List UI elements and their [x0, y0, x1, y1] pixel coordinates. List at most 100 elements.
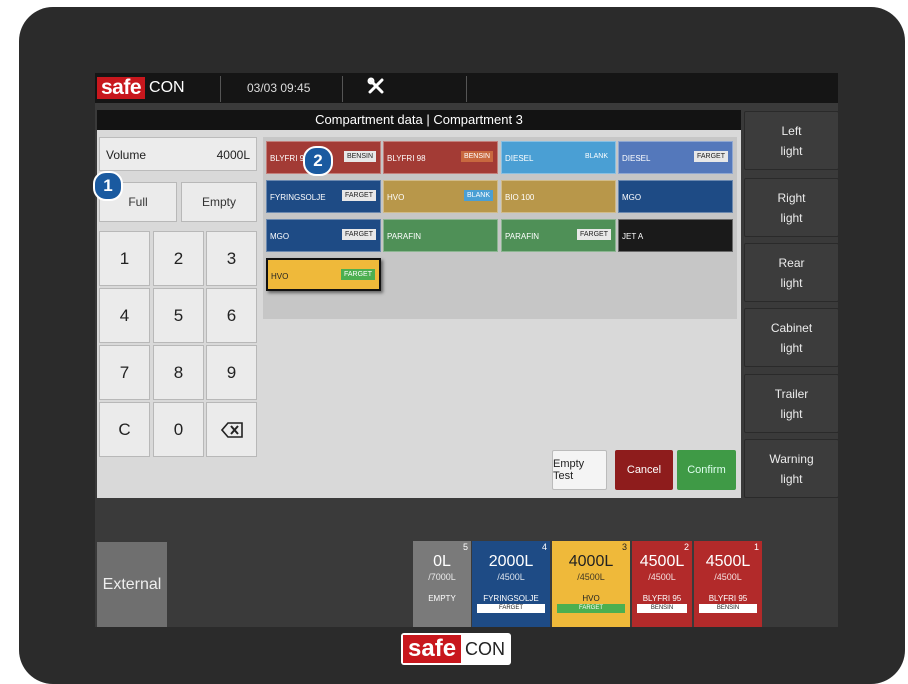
light-label-2: light [780, 275, 803, 290]
keypad-key[interactable]: 2 [153, 231, 204, 286]
fuel-option[interactable]: JET A [618, 219, 733, 252]
compartment-fuel: BLYFRI 95 [642, 594, 682, 603]
cancel-button[interactable]: Cancel [615, 450, 673, 490]
light-button[interactable]: Cabinet light [744, 308, 838, 367]
light-label-1: Trailer [774, 386, 809, 401]
divider [466, 76, 467, 102]
keypad-key[interactable]: 1 [99, 231, 150, 286]
light-label-1: Warning [769, 451, 814, 466]
compartment-number: 2 [683, 542, 689, 552]
empty-test-button[interactable]: Empty Test [552, 450, 607, 490]
compartment-tile[interactable]: 3 4000L/4500L HVO FARGET [552, 541, 630, 627]
datetime: 03/03 09:45 [247, 81, 311, 95]
light-label-2: light [780, 340, 803, 355]
compartment-capacity: /7000L [428, 572, 456, 582]
confirm-button[interactable]: Confirm [677, 450, 736, 490]
fuel-tag: FARGET [693, 151, 728, 162]
panel-title: Compartment data | Compartment 3 [97, 110, 741, 130]
fuel-name: BIO 100 [505, 193, 535, 202]
compartment-tag: BENSIN [699, 604, 757, 613]
fuel-tag: FARGET [340, 269, 375, 280]
fuel-tag: BENSIN [460, 151, 493, 162]
divider [220, 76, 221, 102]
fuel-option[interactable]: BLYFRI 98 BENSIN [383, 141, 498, 174]
compartment-volume: 4500L [639, 553, 685, 570]
fuel-option[interactable]: BIO 100 [501, 180, 616, 213]
compartment-capacity: /4500L [648, 572, 676, 582]
footer-safe: safe [403, 635, 462, 663]
light-button[interactable]: Trailer light [744, 374, 838, 433]
backspace-icon[interactable] [206, 402, 257, 457]
fuel-name: BLYFRI 98 [387, 154, 426, 163]
fuel-name: PARAFIN [387, 232, 422, 241]
footer-logo: safe CON [401, 633, 512, 665]
fuel-name: MGO [622, 193, 642, 202]
brand-con: CON [149, 79, 185, 96]
light-label-1: Rear [778, 255, 805, 270]
light-button[interactable]: Left light [744, 111, 838, 170]
fuel-option[interactable]: PARAFIN FARGET [501, 219, 616, 252]
fuel-option[interactable]: MGO FARGET [266, 219, 381, 252]
fuel-name: FYRINGSOLJE [270, 193, 326, 202]
volume-field[interactable]: Volume 4000L [99, 137, 257, 171]
compartment-tile[interactable]: 4 2000L/4500L FYRINGSOLJE FARGET [472, 541, 550, 627]
external-button[interactable]: External [97, 542, 167, 627]
light-label-2: light [780, 143, 803, 158]
compartment-fuel: FYRINGSOLJE [483, 594, 539, 603]
compartment-tile[interactable]: 1 4500L/4500L BLYFRI 95 BENSIN [694, 541, 762, 627]
compartment-capacity: /4500L [497, 572, 525, 582]
light-label-1: Right [777, 190, 806, 205]
compartment-data-panel: Compartment data | Compartment 3 Volume … [97, 110, 741, 498]
keypad-key[interactable]: 7 [99, 345, 150, 400]
fuel-name: MGO [270, 232, 290, 241]
callout-1: 1 [93, 171, 123, 201]
fuel-option[interactable]: PARAFIN [383, 219, 498, 252]
light-button[interactable]: Rear light [744, 243, 838, 302]
fuel-option[interactable]: HVO FARGET [266, 258, 381, 291]
fuel-name: HVO [387, 193, 405, 202]
light-button[interactable]: Right light [744, 178, 838, 237]
keypad-key[interactable]: 9 [206, 345, 257, 400]
fuel-tag: BLANK [464, 190, 493, 201]
fuel-grid: BLYFRI 95 BENSIN BLYFRI 98 BENSIN DIESEL BLAN… [263, 137, 737, 319]
compartment-tag: FARGET [477, 604, 545, 613]
keypad-key[interactable]: 8 [153, 345, 204, 400]
keypad-key[interactable]: 5 [153, 288, 204, 343]
fuel-option[interactable]: MGO [618, 180, 733, 213]
compartment-fuel: BLYFRI 95 [708, 594, 748, 603]
brand-safe: safe [97, 77, 146, 99]
light-label-1: Left [781, 123, 802, 138]
volume-label: Volume [106, 148, 147, 162]
light-label-2: light [780, 210, 803, 225]
empty-button[interactable]: Empty [181, 182, 257, 222]
compartment-tile[interactable]: 5 0L/7000L EMPTY [413, 541, 471, 627]
brand-logo: safe CON [97, 77, 185, 99]
fuel-option[interactable]: DIESEL BLANK [501, 141, 616, 174]
light-label-2: light [780, 406, 803, 421]
compartment-capacity: /4500L [714, 572, 742, 582]
keypad-key[interactable]: 0 [153, 402, 204, 457]
compartment-capacity: /4500L [577, 572, 605, 582]
screen: safe CON 03/03 09:45 Compartment data | … [95, 73, 838, 627]
tools-icon[interactable] [367, 77, 385, 100]
keypad-key[interactable]: C [99, 402, 150, 457]
fuel-name: DIESEL [622, 154, 651, 163]
fuel-option[interactable]: HVO BLANK [383, 180, 498, 213]
keypad-key[interactable]: 4 [99, 288, 150, 343]
keypad-key[interactable]: 6 [206, 288, 257, 343]
compartment-fuel: HVO [582, 594, 600, 603]
fuel-tag: FARGET [576, 229, 611, 240]
fuel-option[interactable]: FYRINGSOLJE FARGET [266, 180, 381, 213]
light-button[interactable]: Warning light [744, 439, 838, 498]
compartment-tile[interactable]: 2 4500L/4500L BLYFRI 95 BENSIN [632, 541, 692, 627]
compartment-number: 4 [541, 542, 547, 552]
fuel-option[interactable]: DIESEL FARGET [618, 141, 733, 174]
fuel-tag: FARGET [341, 190, 376, 201]
footer-con: CON [465, 638, 506, 659]
compartment-volume: 4500L [705, 553, 751, 570]
top-bar: safe CON 03/03 09:45 [95, 73, 838, 103]
compartment-volume: 4000L [568, 553, 614, 570]
fuel-name: JET A [622, 232, 644, 241]
keypad-key[interactable]: 3 [206, 231, 257, 286]
compartment-volume: 2000L [488, 553, 534, 570]
